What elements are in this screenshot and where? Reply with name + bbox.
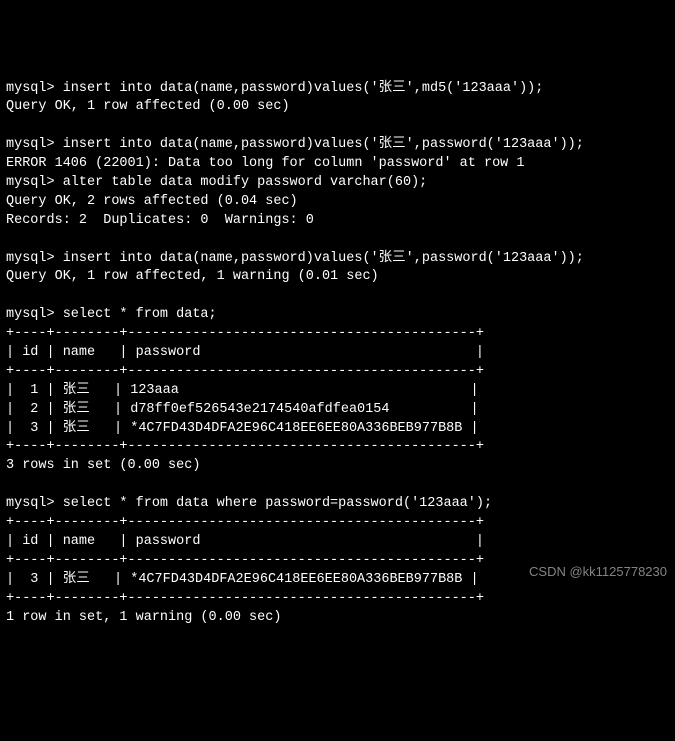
terminal-output: mysql> insert into data(name,password)va… [6, 80, 669, 628]
watermark-text: CSDN @kk1125778230 [529, 563, 667, 581]
